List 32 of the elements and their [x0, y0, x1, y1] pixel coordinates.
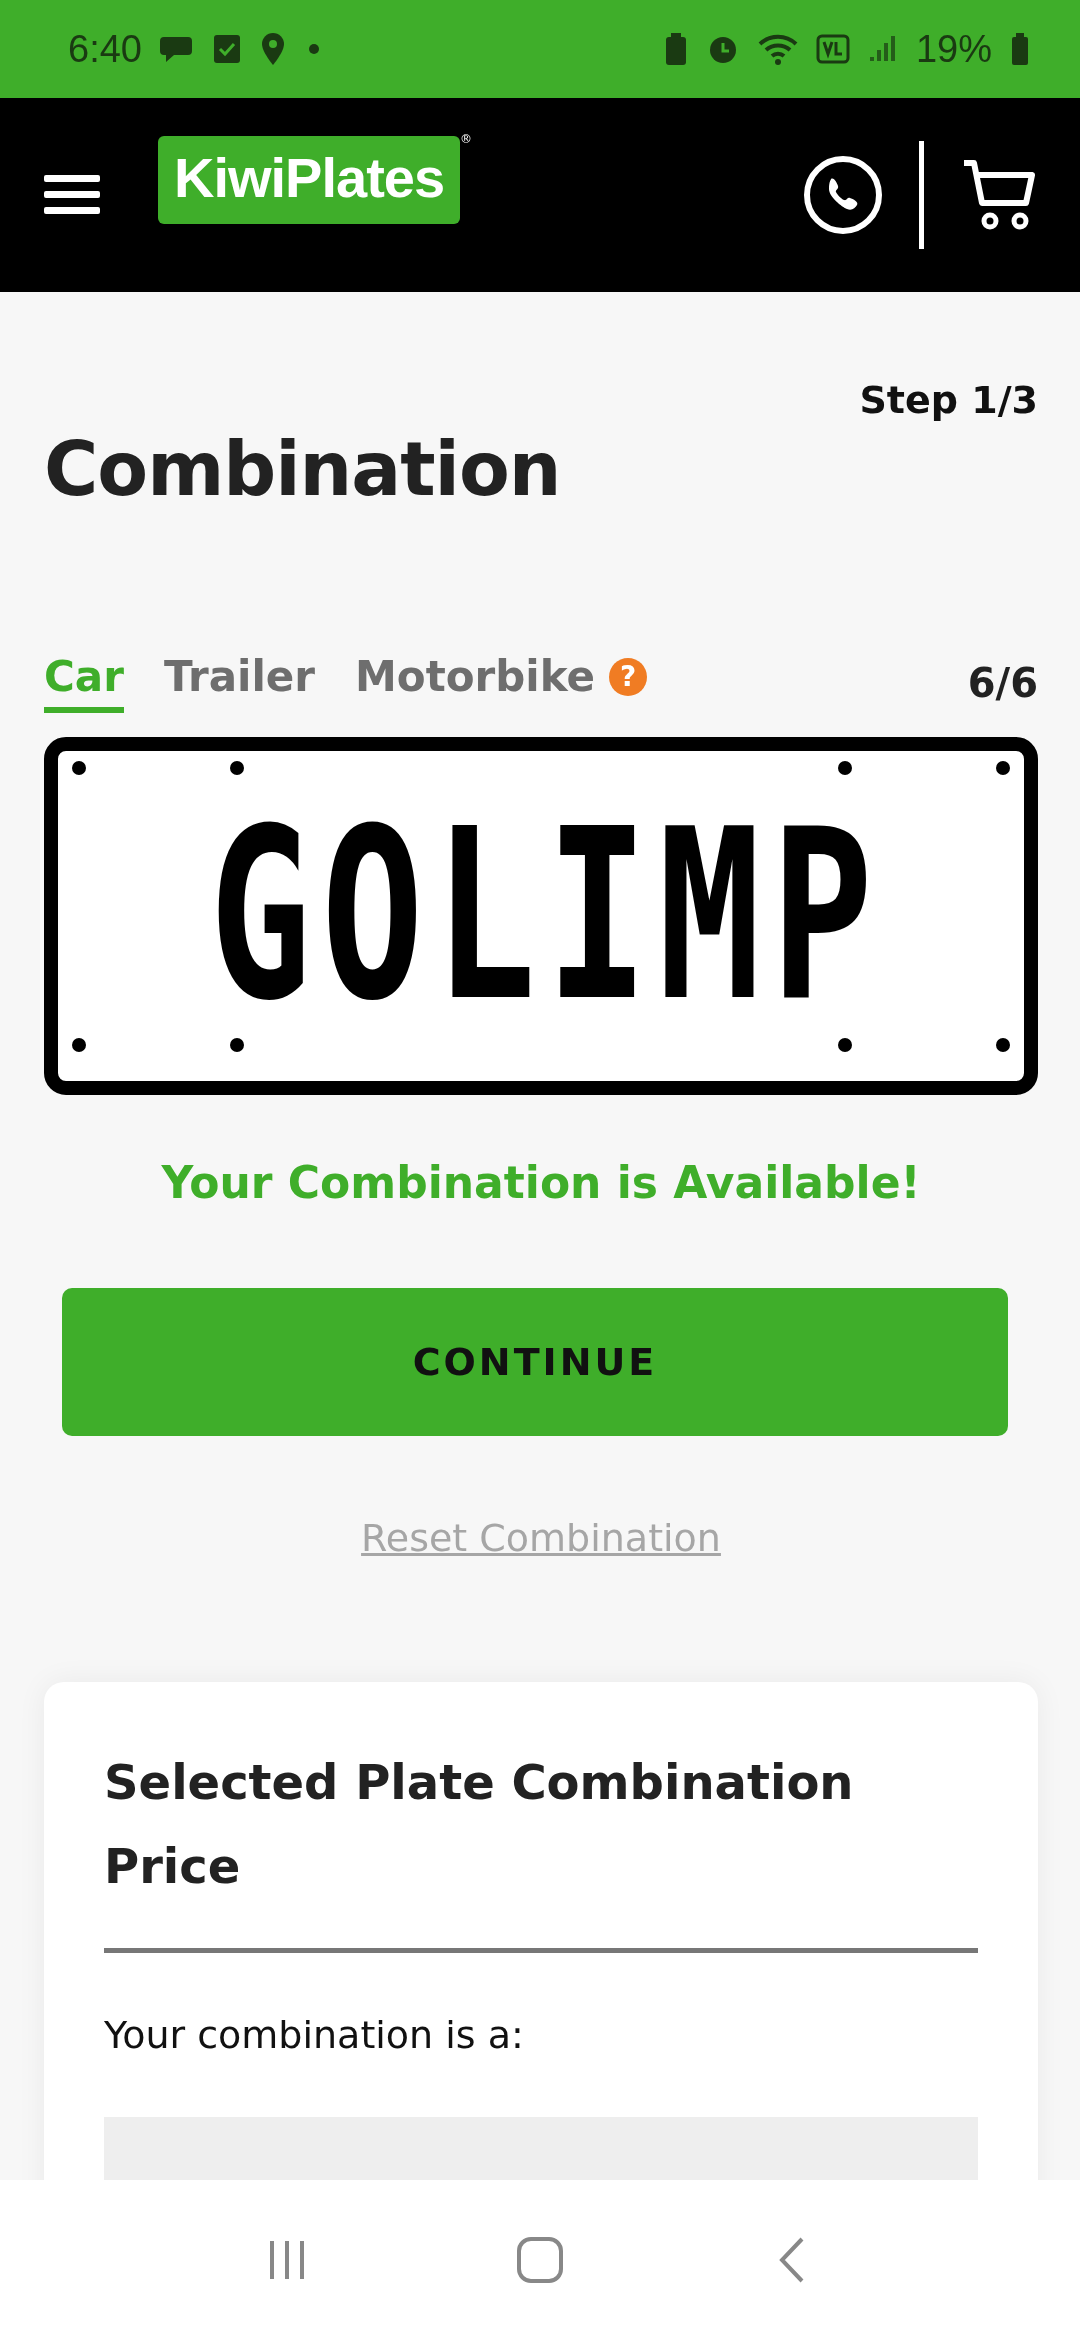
- home-icon[interactable]: [515, 2235, 565, 2285]
- plate-rivet: [838, 1038, 852, 1052]
- page-title: Combination: [44, 426, 562, 512]
- plate-text: GOLIMP: [207, 798, 884, 1034]
- checkbox-icon: [211, 33, 242, 65]
- character-counter: 6/6: [967, 659, 1038, 706]
- reset-link[interactable]: Reset Combination: [361, 1516, 721, 1560]
- plate-rivet: [996, 1038, 1010, 1052]
- plate-rivet: [230, 1038, 244, 1052]
- battery-icon: [1010, 32, 1030, 66]
- plate-rivet: [72, 761, 86, 775]
- wifi-icon: [757, 32, 798, 66]
- availability-message: Your Combination is Available!: [160, 1157, 922, 1208]
- plate-rivet: [230, 761, 244, 775]
- help-icon[interactable]: ?: [609, 657, 648, 696]
- phone-icon[interactable]: [803, 155, 883, 235]
- card-title: Selected Plate Combination Price: [104, 1753, 855, 1896]
- step-indicator: Step 1/3: [859, 378, 1038, 422]
- registered-mark: ®: [460, 132, 473, 146]
- card-subtitle: Your combination is a:: [104, 2013, 525, 2057]
- vehicle-tab[interactable]: Car: [44, 652, 124, 713]
- status-time: 6:40: [68, 27, 142, 71]
- vehicle-tab[interactable]: Trailer: [163, 652, 315, 713]
- battery-percent: 19%: [915, 27, 992, 71]
- plate-rivet: [72, 1038, 86, 1052]
- battery-saver-icon: [663, 32, 688, 66]
- continue-button[interactable]: CONTINUE: [62, 1288, 1008, 1436]
- vehicle-tab[interactable]: Motorbike ?: [355, 652, 648, 713]
- plate-rivet: [996, 761, 1010, 775]
- plate-rivet: [838, 761, 852, 775]
- brand-logo[interactable]: KiwiPlates: [158, 136, 461, 224]
- location-pin-icon: [259, 31, 286, 67]
